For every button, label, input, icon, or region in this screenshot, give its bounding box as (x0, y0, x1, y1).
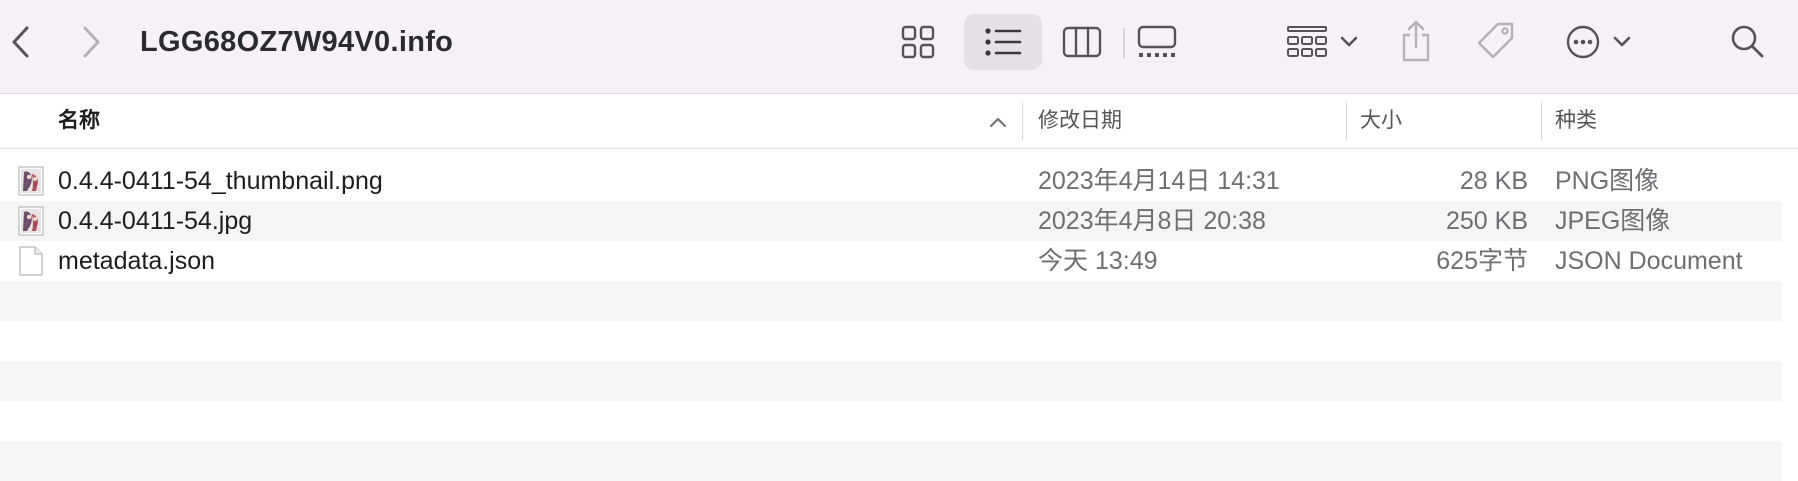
search-button[interactable] (1724, 18, 1770, 64)
file-size: 250 KB (1445, 207, 1528, 235)
file-name: metadata.json (58, 247, 216, 275)
file-size: 625字节 (1436, 247, 1528, 275)
file-name: 0.4.4-0411-54_thumbnail.png (58, 167, 383, 195)
icons-view-button[interactable] (894, 20, 942, 64)
file-kind: JPEG图像 (1555, 207, 1671, 235)
column-separator[interactable] (1022, 102, 1023, 140)
gallery-view-icon (1137, 25, 1177, 57)
empty-row (0, 281, 1782, 321)
columns-view-button[interactable] (1058, 20, 1106, 64)
column-separator[interactable] (1346, 102, 1347, 140)
chevron-left-icon (12, 26, 29, 58)
tags-button[interactable] (1474, 18, 1518, 64)
empty-row (0, 321, 1782, 361)
document-file-icon (19, 246, 43, 276)
toolbar-divider (1123, 28, 1125, 58)
image-file-icon (18, 166, 44, 196)
icons-view-icon (901, 25, 935, 59)
file-size: 28 KB (1459, 167, 1528, 195)
column-header-name[interactable]: 名称 (58, 94, 100, 148)
file-name: 0.4.4-0411-54.jpg (58, 207, 253, 235)
window-title: LGG68OZ7W94V0.info (140, 26, 454, 58)
columns-view-icon (1062, 26, 1102, 58)
back-button[interactable] (4, 22, 38, 62)
tag-icon (1477, 22, 1514, 59)
file-kind: JSON Document (1555, 247, 1743, 275)
column-separator[interactable] (1541, 102, 1542, 140)
search-icon (1731, 25, 1764, 58)
list-view-icon (985, 28, 1022, 56)
file-kind: PNG图像 (1555, 167, 1660, 195)
file-date: 2023年4月14日 14:31 (1038, 167, 1280, 195)
file-row[interactable]: metadata.json 今天 13:49 625字节 JSON Docume… (0, 241, 1782, 281)
more-actions-button[interactable] (1558, 20, 1640, 64)
file-row[interactable]: 0.4.4-0411-54_thumbnail.png 2023年4月14日 1… (0, 161, 1782, 201)
group-by-button[interactable] (1282, 20, 1364, 64)
chevron-down-icon (1613, 36, 1631, 47)
file-list: 0.4.4-0411-54_thumbnail.png 2023年4月14日 1… (0, 161, 1798, 481)
forward-button[interactable] (74, 22, 108, 62)
image-file-icon (18, 206, 44, 236)
share-icon (1402, 20, 1430, 62)
chevron-down-icon (1340, 36, 1358, 47)
group-by-icon (1287, 26, 1327, 57)
toolbar: LGG68OZ7W94V0.info (0, 0, 1798, 94)
column-header-kind[interactable]: 种类 (1555, 94, 1597, 148)
ellipsis-circle-icon (1566, 25, 1600, 59)
gallery-view-button[interactable] (1132, 20, 1182, 64)
empty-row (0, 361, 1782, 401)
empty-row (0, 401, 1782, 441)
empty-row (0, 441, 1782, 481)
sort-ascending-icon[interactable] (988, 112, 1008, 132)
list-view-button[interactable] (964, 14, 1042, 70)
share-button[interactable] (1396, 16, 1436, 66)
file-date: 今天 13:49 (1038, 247, 1158, 275)
column-header: 名称 修改日期 大小 种类 (0, 94, 1798, 149)
column-header-size[interactable]: 大小 (1360, 94, 1402, 148)
file-date: 2023年4月8日 20:38 (1038, 207, 1266, 235)
chevron-right-icon (83, 26, 100, 58)
column-header-date[interactable]: 修改日期 (1038, 94, 1122, 148)
file-row[interactable]: 0.4.4-0411-54.jpg 2023年4月8日 20:38 250 KB… (0, 201, 1782, 241)
